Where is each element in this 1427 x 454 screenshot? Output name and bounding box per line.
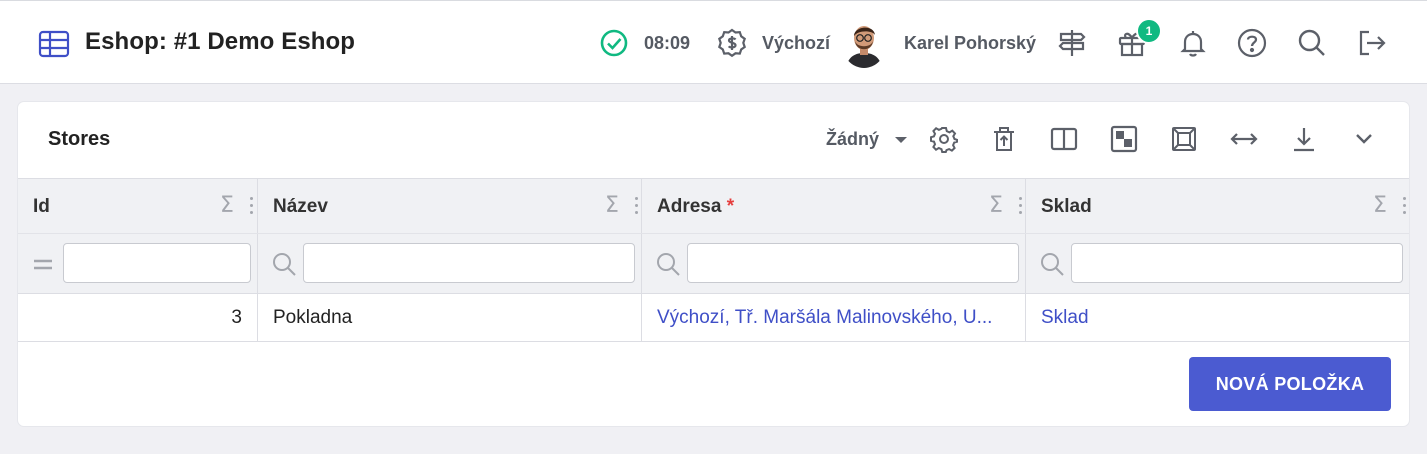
card-title: Stores	[48, 128, 111, 150]
caret-down-icon[interactable]	[894, 136, 908, 144]
stores-card: Stores Žádný Id Σ Název Σ Adresa * Σ Skl…	[18, 102, 1409, 426]
fit-screen-button[interactable]	[1167, 122, 1201, 156]
logout-icon[interactable]	[1356, 27, 1388, 59]
download-button[interactable]	[1287, 122, 1321, 156]
column-menu-icon[interactable]	[1019, 197, 1023, 217]
column-header-address[interactable]: Adresa *	[657, 196, 734, 218]
download-icon	[1294, 128, 1314, 152]
table-icon[interactable]	[38, 30, 70, 58]
help-icon[interactable]	[1236, 27, 1268, 59]
search-icon[interactable]	[1296, 27, 1328, 59]
currency-label: Výchozí	[762, 32, 831, 53]
column-header-id[interactable]: Id	[33, 196, 50, 218]
new-item-button[interactable]: NOVÁ POLOŽKA	[1189, 357, 1391, 411]
grid-view-button[interactable]	[1107, 122, 1141, 156]
expand-width-button[interactable]	[1227, 122, 1261, 156]
sum-icon[interactable]: Σ	[1373, 194, 1387, 218]
user-name: Karel Pohorský	[904, 32, 1037, 53]
table-header: Id Σ Název Σ Adresa * Σ Sklad Σ	[18, 178, 1409, 234]
search-icon[interactable]	[271, 251, 297, 277]
user-menu[interactable]: Karel Pohorský	[904, 1, 1036, 85]
required-mark: *	[726, 196, 735, 217]
column-header-name[interactable]: Název	[273, 196, 328, 218]
address-label: Adresa	[657, 196, 722, 217]
notification-badge: 1	[1136, 18, 1162, 44]
chevron-down-icon	[1356, 134, 1372, 144]
equals-icon[interactable]	[31, 251, 57, 277]
search-icon[interactable]	[655, 251, 681, 277]
bell-icon[interactable]	[1177, 27, 1209, 59]
column-header-store[interactable]: Sklad	[1041, 196, 1092, 218]
cell-name: Pokladna	[273, 307, 353, 328]
trash-restore-icon	[994, 127, 1014, 151]
clock-text: 08:09	[644, 32, 691, 53]
app-title: Eshop: #1 Demo Eshop	[85, 28, 356, 55]
restore-button[interactable]	[987, 122, 1021, 156]
currency-selector[interactable]: Výchozí	[762, 1, 830, 85]
sum-icon[interactable]: Σ	[989, 194, 1003, 218]
avatar[interactable]	[842, 20, 886, 68]
sum-icon[interactable]: Σ	[220, 194, 234, 218]
cell-id: 3	[231, 307, 242, 328]
currency-icon[interactable]	[716, 27, 748, 59]
cell-address-link[interactable]: Výchozí, Tř. Maršála Malinovského, U...	[657, 307, 1013, 329]
column-menu-icon[interactable]	[1403, 197, 1407, 217]
column-menu-icon[interactable]	[250, 197, 254, 217]
collapse-button[interactable]	[1347, 122, 1381, 156]
grid-icon	[1110, 125, 1138, 153]
filter-input-name[interactable]	[303, 243, 635, 283]
filter-input-store[interactable]	[1071, 243, 1403, 283]
split-view-button[interactable]	[1047, 122, 1081, 156]
signpost-icon[interactable]	[1056, 27, 1088, 59]
filter-input-address[interactable]	[687, 243, 1019, 283]
sum-icon[interactable]: Σ	[605, 194, 619, 218]
gear-icon	[930, 127, 958, 153]
column-menu-icon[interactable]	[635, 197, 639, 217]
filter-input-id[interactable]	[63, 243, 251, 283]
fit-screen-icon	[1172, 127, 1196, 151]
settings-button[interactable]	[927, 122, 961, 156]
top-bar: Eshop: #1 Demo Eshop 08:09 Výchozí Karel…	[0, 0, 1427, 84]
table-row[interactable]: 3 Pokladna Výchozí, Tř. Maršála Malinovs…	[18, 294, 1409, 342]
view-select[interactable]: Žádný	[826, 129, 879, 150]
split-view-icon	[1050, 127, 1078, 151]
status-check-icon[interactable]	[598, 27, 630, 59]
search-icon[interactable]	[1039, 251, 1065, 277]
cell-store-link[interactable]: Sklad	[1041, 307, 1401, 329]
clock: 08:09	[644, 1, 690, 85]
expand-horizontal-icon	[1230, 133, 1258, 145]
filter-row	[18, 234, 1409, 294]
